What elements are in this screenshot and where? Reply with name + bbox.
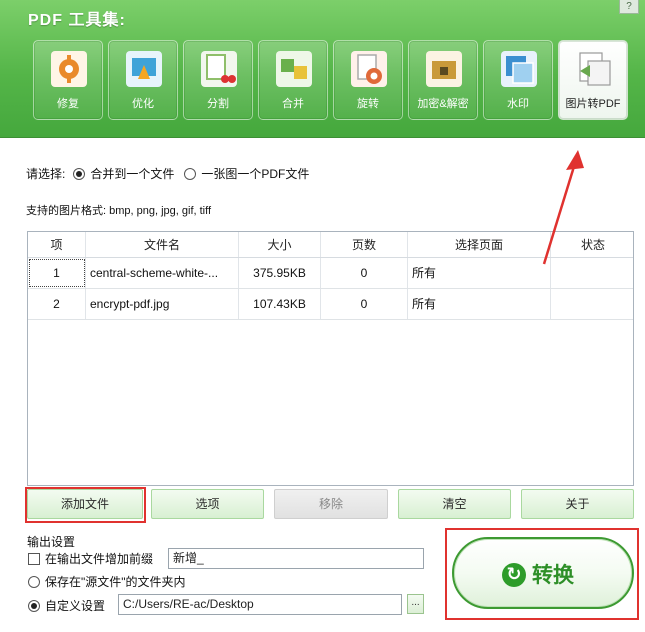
row-pages: 0 bbox=[321, 289, 408, 319]
row-size: 375.95KB bbox=[239, 258, 321, 288]
supported-formats: 支持的图片格式: bmp, png, jpg, gif, tiff bbox=[26, 205, 212, 217]
table-header: 项 文件名 大小 页数 选择页面 状态 bbox=[28, 232, 633, 258]
row-page-range[interactable]: 所有 bbox=[408, 289, 551, 319]
prefix-checkbox[interactable] bbox=[28, 552, 40, 565]
row-status bbox=[551, 258, 635, 288]
column-index[interactable]: 项 bbox=[28, 232, 86, 257]
tool-header: PDF 工具集: ? 修复 优化 分割 合并 旋转 加密&解密 水印 图片转PD… bbox=[0, 0, 645, 138]
column-pages[interactable]: 页数 bbox=[321, 232, 408, 257]
tool-label: 修复 bbox=[57, 98, 79, 110]
row-filename: encrypt-pdf.jpg bbox=[86, 289, 239, 319]
split-icon bbox=[201, 51, 237, 87]
output-settings-title: 输出设置 bbox=[27, 535, 76, 549]
image-to-pdf-icon bbox=[579, 52, 611, 86]
clear-button[interactable]: 清空 bbox=[398, 489, 511, 519]
tool-label: 旋转 bbox=[357, 98, 379, 110]
custom-label[interactable]: 自定义设置 bbox=[45, 597, 105, 614]
tool-label: 合并 bbox=[282, 98, 304, 110]
table-row[interactable]: 1 central-scheme-white-... 375.95KB 0 所有 bbox=[28, 258, 633, 289]
column-size[interactable]: 大小 bbox=[239, 232, 321, 257]
tool-label: 图片转PDF bbox=[565, 98, 621, 110]
custom-option[interactable]: 自定义设置 bbox=[28, 597, 105, 614]
optimize-icon bbox=[126, 51, 162, 87]
row-filename: central-scheme-white-... bbox=[86, 258, 239, 288]
app-title: PDF 工具集: bbox=[28, 12, 126, 29]
tool-image-to-pdf[interactable]: 图片转PDF bbox=[558, 40, 628, 120]
merge-option-label[interactable]: 合并到一个文件 bbox=[90, 165, 174, 182]
save-source-label[interactable]: 保存在"源文件"的文件夹内 bbox=[45, 573, 186, 590]
each-radio[interactable] bbox=[184, 167, 197, 180]
row-page-range[interactable]: 所有 bbox=[408, 258, 551, 288]
tool-optimize[interactable]: 优化 bbox=[108, 40, 178, 120]
selection-row: 请选择: 合并到一个文件 一张图一个PDF文件 bbox=[26, 165, 309, 182]
column-status[interactable]: 状态 bbox=[551, 232, 635, 257]
tool-label: 分割 bbox=[207, 98, 229, 110]
highlight-box bbox=[25, 487, 146, 523]
watermark-icon bbox=[501, 51, 537, 87]
tool-label: 优化 bbox=[132, 98, 154, 110]
file-table[interactable]: 项 文件名 大小 页数 选择页面 状态 1 central-scheme-whi… bbox=[27, 231, 634, 486]
remove-button[interactable]: 移除 bbox=[274, 489, 388, 519]
row-size: 107.43KB bbox=[239, 289, 321, 319]
help-button[interactable]: ? bbox=[619, 0, 639, 14]
tool-label: 水印 bbox=[507, 98, 529, 110]
column-filename[interactable]: 文件名 bbox=[86, 232, 239, 257]
tool-split[interactable]: 分割 bbox=[183, 40, 253, 120]
custom-path-input[interactable]: C:/Users/RE-ac/Desktop bbox=[118, 594, 402, 615]
main-panel: 请选择: 合并到一个文件 一张图一个PDF文件 支持的图片格式: bmp, pn… bbox=[0, 139, 645, 632]
save-source-option[interactable]: 保存在"源文件"的文件夹内 bbox=[28, 573, 186, 590]
column-page-range[interactable]: 选择页面 bbox=[408, 232, 551, 257]
tool-rotate[interactable]: 旋转 bbox=[333, 40, 403, 120]
about-button[interactable]: 关于 bbox=[521, 489, 634, 519]
tool-label: 加密&解密 bbox=[417, 98, 469, 110]
row-pages: 0 bbox=[321, 258, 408, 288]
rotate-icon bbox=[351, 51, 387, 87]
prefix-option[interactable]: 在输出文件增加前缀 bbox=[28, 550, 153, 567]
tool-repair[interactable]: 修复 bbox=[33, 40, 103, 120]
highlight-box bbox=[445, 528, 639, 620]
encrypt-icon bbox=[426, 51, 462, 87]
each-option-label[interactable]: 一张图一个PDF文件 bbox=[201, 165, 309, 182]
custom-radio[interactable] bbox=[28, 599, 40, 612]
prefix-input[interactable]: 新增_ bbox=[168, 548, 424, 569]
row-index: 1 bbox=[28, 258, 86, 288]
merge-icon bbox=[276, 51, 312, 87]
options-button[interactable]: 选项 bbox=[151, 489, 264, 519]
row-index: 2 bbox=[28, 289, 86, 319]
tool-watermark[interactable]: 水印 bbox=[483, 40, 553, 120]
tool-encrypt[interactable]: 加密&解密 bbox=[408, 40, 478, 120]
save-source-radio[interactable] bbox=[28, 575, 40, 588]
selection-prompt: 请选择: bbox=[26, 167, 66, 181]
repair-icon bbox=[51, 51, 87, 87]
browse-button[interactable]: ... bbox=[407, 594, 424, 614]
merge-radio[interactable] bbox=[73, 167, 86, 180]
row-status bbox=[551, 289, 635, 319]
tool-merge[interactable]: 合并 bbox=[258, 40, 328, 120]
prefix-label[interactable]: 在输出文件增加前缀 bbox=[45, 550, 153, 567]
table-row[interactable]: 2 encrypt-pdf.jpg 107.43KB 0 所有 bbox=[28, 289, 633, 320]
